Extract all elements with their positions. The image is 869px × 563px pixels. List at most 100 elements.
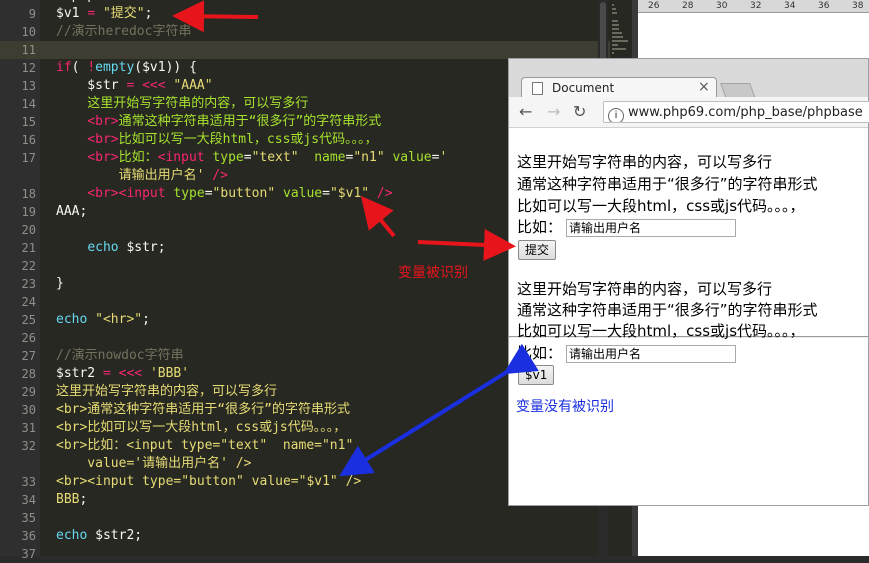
minimap-line	[612, 4, 614, 6]
forward-arrow-icon[interactable]: →	[547, 103, 560, 121]
code-line[interactable]: <br>比如可以写一大段html，css或js代码。。。，	[56, 419, 346, 437]
code-line[interactable]: //演示heredoc字符串	[56, 23, 191, 41]
ruler-label: 38	[852, 1, 864, 11]
code-token: ;	[142, 312, 150, 327]
minimap-line	[612, 8, 616, 10]
tab-document[interactable]: Document ×	[521, 77, 717, 99]
reload-icon[interactable]: ↻	[573, 103, 586, 121]
code-token: <br><input	[56, 186, 174, 201]
code-line[interactable]: echo "<hr>";	[56, 311, 150, 329]
code-token: 这里开始写字符串的内容，可以写多行	[56, 96, 309, 111]
code-token: "text"	[251, 150, 299, 165]
code-line[interactable]: $str = <<< "AAA"	[56, 77, 212, 95]
code-line[interactable]: if( !empty($v1)) {	[56, 59, 197, 77]
code-token: "提交"	[102, 6, 145, 21]
line-number: 18	[21, 187, 36, 201]
code-line[interactable]: value='请输出用户名' />	[56, 455, 251, 473]
code-line[interactable]: BBB;	[56, 491, 87, 509]
section2-text-input[interactable]: 请输出用户名	[566, 345, 736, 363]
minimap-line	[612, 20, 618, 22]
code-token: =	[243, 150, 252, 165]
line-number: 35	[21, 511, 36, 525]
section2-line1: 这里开始写字符串的内容，可以写多行	[517, 280, 773, 298]
code-line[interactable]: <br>通常这种字符串适用于“很多行”的字符串形式	[56, 113, 381, 131]
section2-v1-button[interactable]: $v1	[518, 365, 555, 385]
code-token: value	[392, 150, 432, 165]
line-number: 37	[21, 547, 36, 561]
section1-text-input[interactable]: 请输出用户名	[566, 219, 736, 237]
code-line[interactable]: $str2 = <<< 'BBB'	[56, 365, 189, 383]
close-icon[interactable]: ×	[698, 79, 710, 95]
code-token: />	[204, 168, 228, 183]
code-token: <br>通常这种字符串适用于“很多行”的字符串形式	[56, 402, 350, 417]
code-line[interactable]: 这里开始写字符串的内容，可以写多行	[56, 95, 308, 113]
code-token: <?php	[56, 0, 95, 3]
info-icon[interactable]: i	[608, 108, 624, 122]
code-token: "n1"	[353, 150, 385, 165]
code-token: $str;	[118, 240, 166, 255]
code-line[interactable]: AAA;	[56, 203, 87, 221]
code-line[interactable]: <br>通常这种字符串适用于“很多行”的字符串形式	[56, 401, 350, 419]
code-token: (	[71, 60, 88, 75]
code-token: <<<	[142, 78, 166, 93]
section2-line3: 比如可以写一大段html，css或js代码。。。，	[517, 322, 805, 340]
code-token: 比如可以写一大段html，css或js代码。。。，	[118, 132, 378, 147]
code-token: "$v1"	[329, 186, 370, 201]
code-token: ;	[144, 6, 153, 21]
line-number: 29	[21, 385, 36, 399]
line-number: 30	[21, 403, 36, 417]
code-token: echo	[56, 312, 88, 327]
code-token: '	[439, 150, 448, 165]
minimap-line	[612, 28, 619, 30]
minimap-line	[612, 44, 618, 46]
code-token: echo	[87, 240, 119, 255]
code-line[interactable]: <br>比如可以写一大段html，css或js代码。。。，	[56, 131, 378, 149]
line-number: 19	[21, 205, 36, 219]
line-number: 27	[21, 349, 36, 363]
code-line[interactable]: $v1 = "提交";	[56, 5, 152, 23]
code-token: 比如：	[118, 150, 158, 165]
line-number: 15	[21, 115, 36, 129]
code-line[interactable]: }	[56, 275, 64, 293]
line-number: 9	[28, 7, 36, 21]
address-bar[interactable]: i www.php69.com/php_base/phpbase	[603, 101, 869, 123]
code-line[interactable]: <br><input type="button" value="$v1" />	[56, 185, 392, 203]
line-number: 22	[21, 259, 36, 273]
code-token: "button"	[212, 186, 276, 201]
code-line[interactable]: <br>比如：<input type="text" name="n1"	[56, 437, 353, 455]
code-line[interactable]: //演示nowdoc字符串	[56, 347, 184, 365]
section1-line1: 这里开始写字符串的内容，可以写多行	[517, 153, 773, 171]
recognized-note: 变量被识别	[398, 265, 468, 281]
back-arrow-icon[interactable]: ←	[519, 103, 532, 121]
code-line[interactable]: echo $str;	[56, 239, 166, 257]
code-line[interactable]: 请输出用户名' />	[56, 167, 228, 185]
code-token: <br>	[56, 132, 119, 147]
code-line[interactable]: <br>比如：<input type="text" name="n1" valu…	[56, 149, 447, 167]
tab-strip: Document ×	[509, 59, 868, 99]
document-page-icon	[532, 82, 543, 95]
code-line[interactable]: <br><input type="button" value="$v1" />	[56, 473, 361, 491]
line-number: 11	[21, 43, 36, 57]
code-token: $v1	[56, 6, 88, 21]
section1-line2: 通常这种字符串适用于“很多行”的字符串形式	[517, 175, 818, 193]
code-token: }	[56, 276, 64, 291]
code-line[interactable]: echo $str2;	[56, 527, 142, 545]
not-recognized-note: 变量没有被识别	[516, 399, 614, 415]
ruler-label: 28	[682, 1, 694, 11]
code-line[interactable]: 这里开始写字符串的内容，可以写多行	[56, 383, 277, 401]
line-number: 32	[21, 439, 36, 453]
code-token: "<hr>"	[95, 312, 143, 327]
code-token: $str	[56, 78, 127, 93]
code-token: $str2;	[87, 528, 143, 543]
ruler-label: 30	[716, 1, 728, 11]
section1-line3: 比如可以写一大段html，css或js代码。。。，	[517, 197, 805, 215]
code-token: echo	[56, 528, 88, 543]
section1-submit-button[interactable]: 提交	[518, 240, 557, 260]
code-token: <br>比如：<input type="text" name="n1"	[56, 438, 354, 453]
code-token: 通常这种字符串适用于“很多行”的字符串形式	[118, 114, 382, 129]
